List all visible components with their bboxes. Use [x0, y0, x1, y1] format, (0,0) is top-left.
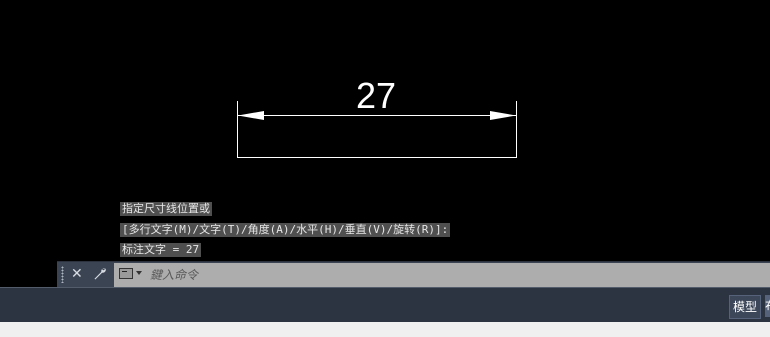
command-prompt-icon[interactable]	[119, 268, 133, 279]
status-bar: 模型 布	[0, 287, 770, 337]
history-line: [多行文字(M)/文字(T)/角度(A)/水平(H)/垂直(V)/旋转(R)]:	[120, 223, 451, 237]
chevron-down-icon[interactable]	[136, 271, 142, 275]
close-icon[interactable]: ✕	[71, 262, 83, 287]
wrench-icon[interactable]	[92, 262, 108, 287]
arrowhead-left	[238, 111, 264, 120]
command-input[interactable]	[114, 263, 770, 287]
history-line: 指定尺寸线位置或	[120, 202, 212, 216]
drag-handle[interactable]	[61, 266, 64, 283]
arrowhead-right	[490, 111, 516, 120]
tab-layout[interactable]: 布	[765, 295, 770, 317]
drawing-canvas[interactable]: 27 指定尺寸线位置或 [多行文字(M)/文字(T)/角度(A)/水平(H)/垂…	[0, 0, 770, 287]
status-bar-strip	[0, 322, 770, 337]
dimension-text[interactable]: 27	[336, 74, 416, 118]
history-line: 标注文字 = 27	[120, 243, 202, 257]
tab-model[interactable]: 模型	[729, 295, 762, 319]
dimension-graphic	[237, 101, 517, 158]
command-line-bar: ✕	[57, 261, 770, 287]
